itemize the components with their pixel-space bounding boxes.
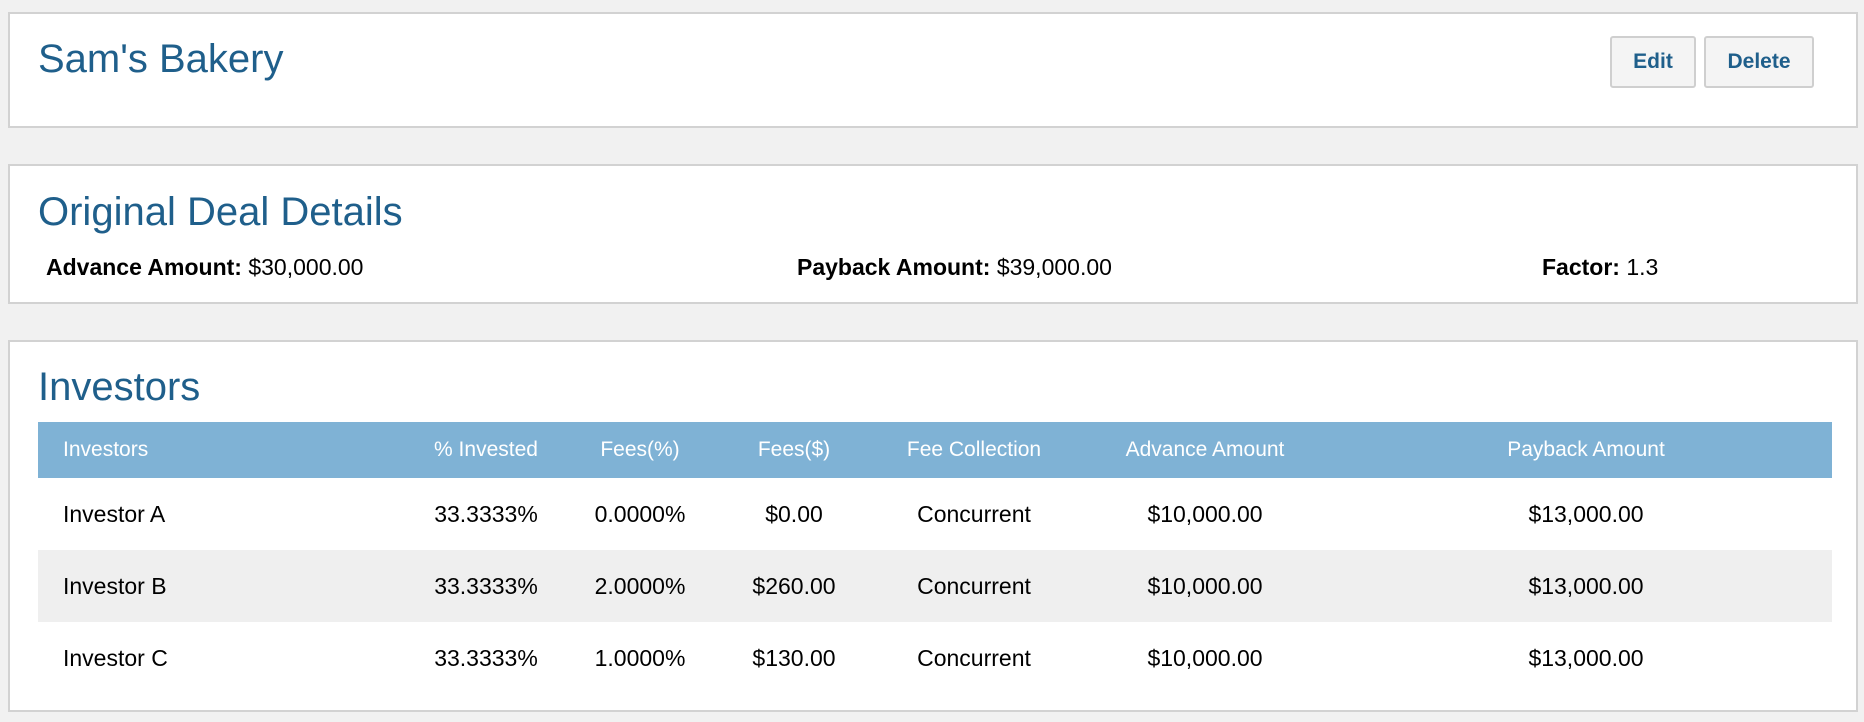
- cell-investor-name: Investor A: [63, 500, 166, 527]
- deal-details-title: Original Deal Details: [38, 190, 403, 234]
- cell-fees-dollars: $0.00: [765, 500, 823, 527]
- cell-payback-amount: $13,000.00: [1528, 572, 1644, 599]
- payback-amount-value: $39,000.00: [996, 254, 1112, 280]
- cell-percent-invested: 33.3333%: [434, 572, 538, 599]
- cell-fees-percent: 1.0000%: [594, 644, 686, 671]
- edit-button[interactable]: Edit: [1610, 36, 1696, 88]
- column-header-percent-invested[interactable]: % Invested: [402, 422, 570, 478]
- payback-amount-label: Payback Amount:: [797, 254, 991, 280]
- cell-fees-dollars: $260.00: [752, 572, 836, 599]
- column-header-payback-amount[interactable]: Payback Amount: [1340, 422, 1832, 478]
- cell-investor-name: Investor B: [63, 572, 167, 599]
- cell-fees-percent: 2.0000%: [594, 572, 686, 599]
- business-header-panel: Sam's Bakery Edit Delete: [8, 12, 1858, 128]
- cell-advance-amount: $10,000.00: [1147, 572, 1263, 599]
- table-row[interactable]: Investor A 33.3333% 0.0000% $0.00 Concur…: [38, 478, 1832, 550]
- advance-amount-value: $30,000.00: [248, 254, 364, 280]
- cell-fee-collection: Concurrent: [917, 572, 1031, 599]
- column-header-fees-percent[interactable]: Fees(%): [570, 422, 710, 478]
- column-header-investors[interactable]: Investors: [38, 422, 402, 478]
- cell-fee-collection: Concurrent: [917, 500, 1031, 527]
- deal-details-panel: Original Deal Details Advance Amount: $3…: [8, 164, 1858, 304]
- cell-fees-dollars: $130.00: [752, 644, 836, 671]
- table-header-row: Investors % Invested Fees(%) Fees($) Fee…: [38, 422, 1832, 478]
- advance-amount-label: Advance Amount:: [46, 254, 242, 280]
- cell-advance-amount: $10,000.00: [1147, 644, 1263, 671]
- advance-amount-field: Advance Amount: $30,000.00: [46, 254, 363, 281]
- column-header-advance-amount[interactable]: Advance Amount: [1070, 422, 1340, 478]
- column-header-fees-dollars[interactable]: Fees($): [710, 422, 878, 478]
- investors-table: Investors % Invested Fees(%) Fees($) Fee…: [38, 422, 1832, 694]
- cell-percent-invested: 33.3333%: [434, 644, 538, 671]
- deal-details-row: Advance Amount: $30,000.00 Payback Amoun…: [10, 254, 1856, 284]
- factor-value: 1.3: [1626, 254, 1659, 280]
- investors-panel: Investors Investors % Invested Fees(%) F…: [8, 340, 1858, 712]
- column-header-fee-collection[interactable]: Fee Collection: [878, 422, 1070, 478]
- factor-label: Factor:: [1542, 254, 1620, 280]
- payback-amount-field: Payback Amount: $39,000.00: [797, 254, 1112, 281]
- investors-title: Investors: [38, 365, 201, 409]
- table-row[interactable]: Investor C 33.3333% 1.0000% $130.00 Conc…: [38, 622, 1832, 694]
- delete-button[interactable]: Delete: [1704, 36, 1814, 88]
- cell-fee-collection: Concurrent: [917, 644, 1031, 671]
- cell-payback-amount: $13,000.00: [1528, 644, 1644, 671]
- cell-investor-name: Investor C: [63, 644, 168, 671]
- cell-payback-amount: $13,000.00: [1528, 500, 1644, 527]
- factor-field: Factor: 1.3: [1542, 254, 1658, 281]
- business-name-title: Sam's Bakery: [38, 37, 284, 81]
- cell-advance-amount: $10,000.00: [1147, 500, 1263, 527]
- table-row[interactable]: Investor B 33.3333% 2.0000% $260.00 Conc…: [38, 550, 1832, 622]
- cell-fees-percent: 0.0000%: [594, 500, 686, 527]
- cell-percent-invested: 33.3333%: [434, 500, 538, 527]
